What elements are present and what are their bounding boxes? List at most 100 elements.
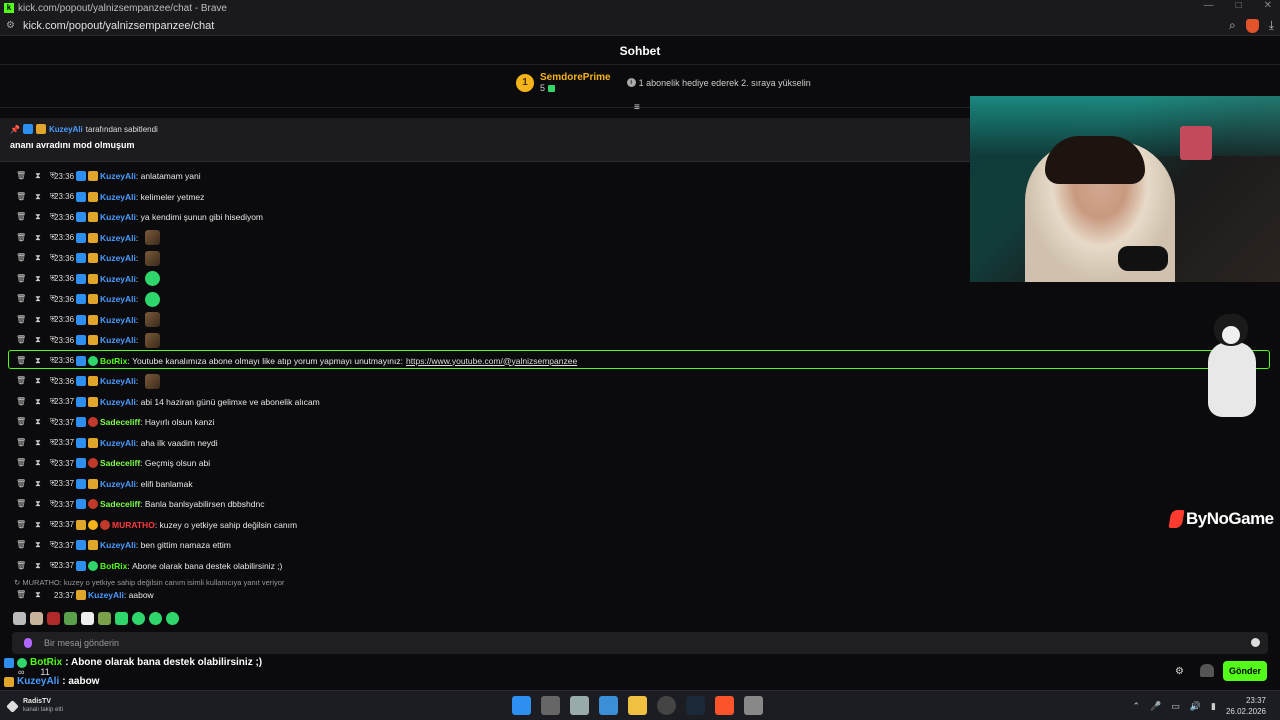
message-username[interactable]: KuzeyAli xyxy=(100,376,136,386)
delete-icon[interactable]: 🗑 xyxy=(16,356,26,366)
message-username[interactable]: KuzeyAli xyxy=(100,438,136,448)
frog-emote-icon[interactable] xyxy=(144,291,160,307)
message-username[interactable]: KuzeyAli xyxy=(100,233,136,243)
timeout-icon[interactable]: ⧗ xyxy=(35,233,41,243)
pinned-by-user[interactable]: KuzeyAli xyxy=(49,125,83,134)
delete-icon[interactable]: 🗑 xyxy=(16,315,26,325)
emoji-icon[interactable] xyxy=(1251,638,1260,647)
message-username[interactable]: Sadeceliff xyxy=(100,458,140,468)
sitting-emote-icon[interactable] xyxy=(144,373,160,389)
timeout-icon[interactable]: ⧗ xyxy=(35,561,41,571)
delete-icon[interactable]: 🗑 xyxy=(16,540,26,550)
app-icon[interactable] xyxy=(570,696,589,715)
delete-icon[interactable]: 🗑 xyxy=(16,590,26,600)
message-username[interactable]: BotRix xyxy=(100,561,127,571)
pinned-message[interactable]: 📌 KuzeyAli tarafından sabitlendi ananı a… xyxy=(0,118,970,162)
emote-icon[interactable] xyxy=(115,612,128,625)
file-explorer-icon[interactable] xyxy=(628,696,647,715)
message-link[interactable]: https://www.youtube.com/@yalnizsempanzee xyxy=(406,356,577,366)
message-input[interactable]: Bir mesaj gönderin xyxy=(12,632,1268,654)
obs-icon[interactable] xyxy=(657,696,676,715)
mic-icon[interactable] xyxy=(24,638,32,648)
message-username[interactable]: KuzeyAli xyxy=(100,479,136,489)
zoom-icon[interactable]: ⌕ xyxy=(1229,18,1236,33)
delete-icon[interactable]: 🗑 xyxy=(16,397,26,407)
emote-icon[interactable] xyxy=(30,612,43,625)
delete-icon[interactable]: 🗑 xyxy=(16,192,26,202)
delete-icon[interactable]: 🗑 xyxy=(16,458,26,468)
brave-icon[interactable] xyxy=(715,696,734,715)
battery-icon[interactable]: ▮ xyxy=(1211,701,1216,712)
timeout-icon[interactable]: ⧗ xyxy=(35,192,41,202)
delete-icon[interactable]: 🗑 xyxy=(16,253,26,263)
sitting-emote-icon[interactable] xyxy=(144,312,160,327)
message-username[interactable]: Sadeceliff xyxy=(100,499,140,509)
volume-icon[interactable]: 🔊 xyxy=(1190,701,1201,712)
input-placeholder[interactable]: Bir mesaj gönderin xyxy=(44,638,119,648)
delete-icon[interactable]: 🗑 xyxy=(16,520,26,530)
delete-icon[interactable]: 🗑 xyxy=(16,294,26,304)
timeout-icon[interactable]: ⧗ xyxy=(35,171,41,181)
close-button[interactable]: ✕ xyxy=(1264,0,1272,11)
message-username[interactable]: KuzeyAli xyxy=(100,294,136,304)
timeout-icon[interactable]: ⧗ xyxy=(35,438,41,448)
frog-emote-icon[interactable] xyxy=(144,271,160,286)
delete-icon[interactable]: 🗑 xyxy=(16,212,26,222)
message-username[interactable]: BotRix xyxy=(100,356,127,366)
mic-tray-icon[interactable]: 🎤 xyxy=(1150,701,1161,712)
message-username[interactable]: KuzeyAli xyxy=(100,274,136,284)
delete-icon[interactable]: 🗑 xyxy=(16,438,26,448)
message-username[interactable]: KuzeyAli xyxy=(100,212,136,222)
delete-icon[interactable]: 🗑 xyxy=(16,376,26,386)
timeout-icon[interactable]: ⧗ xyxy=(35,294,41,304)
address-bar[interactable]: ⚙ kick.com/popout/yalnizsempanzee/chat ⌕… xyxy=(0,16,1280,36)
timeout-icon[interactable]: ⧗ xyxy=(35,540,41,550)
emote-icon[interactable] xyxy=(81,612,94,625)
scroll-to-bottom-icon[interactable]: ≡ xyxy=(634,102,640,113)
site-settings-icon[interactable]: ⚙ xyxy=(6,20,15,31)
message-username[interactable]: MURATHO xyxy=(112,520,155,530)
emote-icon[interactable] xyxy=(132,612,145,625)
emote-icon[interactable] xyxy=(149,612,162,625)
task-view-icon[interactable] xyxy=(541,696,560,715)
timeout-icon[interactable]: ⧗ xyxy=(35,458,41,468)
taskbar-notification[interactable]: RadisTV kanalı takip etti xyxy=(6,697,63,715)
timeout-icon[interactable]: ⧗ xyxy=(35,335,41,345)
tray-chevron-icon[interactable]: ⌃ xyxy=(1133,701,1141,712)
app-icon[interactable] xyxy=(744,696,763,715)
message-username[interactable]: Sadeceliff xyxy=(100,417,140,427)
timeout-icon[interactable]: ⧗ xyxy=(35,253,41,263)
message-username[interactable]: KuzeyAli xyxy=(100,253,136,263)
delete-icon[interactable]: 🗑 xyxy=(16,335,26,345)
brave-shield-icon[interactable] xyxy=(1245,18,1259,33)
timeout-icon[interactable]: ⧗ xyxy=(35,212,41,222)
download-icon[interactable]: ⤓ xyxy=(1269,18,1274,33)
delete-icon[interactable]: 🗑 xyxy=(16,499,26,509)
message-username[interactable]: KuzeyAli xyxy=(100,335,136,345)
minimize-button[interactable]: — xyxy=(1204,0,1214,11)
message-username[interactable]: KuzeyAli xyxy=(88,590,124,600)
timeout-icon[interactable]: ⧗ xyxy=(35,479,41,489)
timeout-icon[interactable]: ⧗ xyxy=(35,417,41,427)
message-username[interactable]: KuzeyAli xyxy=(100,397,136,407)
message-username[interactable]: KuzeyAli xyxy=(100,315,136,325)
top-gifter-name[interactable]: SemdorePrime xyxy=(540,72,611,83)
send-button[interactable]: Gönder xyxy=(1223,661,1267,681)
delete-icon[interactable]: 🗑 xyxy=(16,171,26,181)
message-username[interactable]: KuzeyAli xyxy=(100,192,136,202)
emote-icon[interactable] xyxy=(13,612,26,625)
app-icon[interactable] xyxy=(599,696,618,715)
network-icon[interactable]: ▭ xyxy=(1171,701,1180,712)
timeout-icon[interactable]: ⧗ xyxy=(35,397,41,407)
timeout-icon[interactable]: ⧗ xyxy=(35,356,41,366)
timeout-icon[interactable]: ⧗ xyxy=(35,274,41,284)
timeout-icon[interactable]: ⧗ xyxy=(35,520,41,530)
message-username[interactable]: KuzeyAli xyxy=(100,540,136,550)
timeout-icon[interactable]: ⧗ xyxy=(35,315,41,325)
timeout-icon[interactable]: ⧗ xyxy=(35,590,41,600)
delete-icon[interactable]: 🗑 xyxy=(16,417,26,427)
emote-icon[interactable] xyxy=(98,612,111,625)
delete-icon[interactable]: 🗑 xyxy=(16,561,26,571)
settings-gear-icon[interactable]: ⚙ xyxy=(1175,666,1184,677)
delete-icon[interactable]: 🗑 xyxy=(16,479,26,489)
